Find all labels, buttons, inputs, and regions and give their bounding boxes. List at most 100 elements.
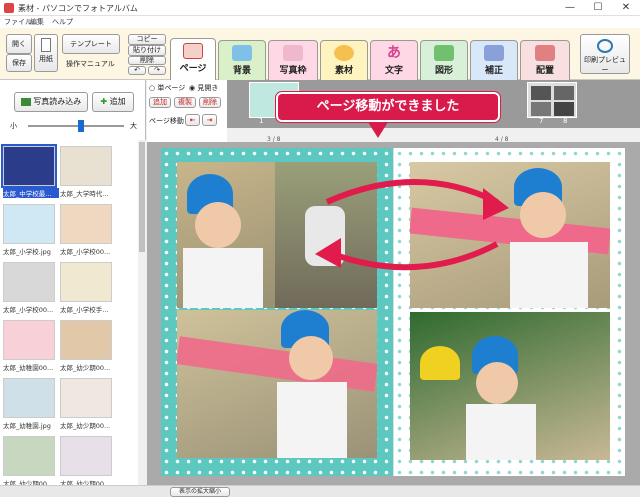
photo-thumbnail[interactable] <box>60 204 112 244</box>
photo-thumbnail-caption: 太郎_中学校最... <box>3 188 59 198</box>
menu-help[interactable]: ヘルプ <box>52 17 73 27</box>
photo-kids-tug[interactable] <box>410 312 610 460</box>
delete-button[interactable]: 削除 <box>128 56 166 65</box>
photo-thumbnail[interactable] <box>60 320 112 360</box>
thumbnail-list: 太郎_中学校最... 太郎_大学時代... 太郎_小学校.jpg 太郎_小学校00..… <box>0 140 138 488</box>
manual-link[interactable]: 操作マニュアル <box>66 59 115 69</box>
text-icon: あ <box>387 45 401 61</box>
print-preview-button[interactable]: 印刷プレビュー <box>580 34 630 74</box>
mini-photo <box>531 86 551 100</box>
size-large-label: 大 <box>130 122 137 130</box>
plus-icon: ✚ <box>100 97 108 106</box>
mini-photo <box>531 102 551 116</box>
photo-thumbnail-caption: 太郎_小学校手... <box>60 306 109 314</box>
page-thumb-label-1: 1 <box>259 117 264 125</box>
photo-thumbnail[interactable] <box>3 262 55 302</box>
photo-thumbnail-caption: 太郎_幼稚園.jpg <box>3 422 51 430</box>
photo-thumbnail[interactable] <box>3 378 55 418</box>
spread-label: 見開き <box>197 84 219 92</box>
move-left-icon[interactable]: ⇤ <box>185 114 200 126</box>
page-add-button[interactable]: 追加 <box>149 97 171 108</box>
tab-shape[interactable]: 図形 <box>420 40 468 80</box>
background-icon <box>232 45 252 61</box>
canvas-area: 3 / 8 4 / 8 <box>147 136 640 485</box>
photo-thumbnail-caption: 太郎_幼稚園00... <box>3 364 54 372</box>
arrowhead-left <box>315 238 341 268</box>
left-page-number: 3 / 8 <box>267 136 281 143</box>
mini-photo <box>554 86 574 100</box>
load-photos-label: 写真読み込み <box>33 97 82 106</box>
menu-edit[interactable]: 編集 <box>30 17 44 27</box>
photo-thumbnail-caption: 太郎_小学校.jpg <box>3 248 51 256</box>
book-icon <box>183 43 203 59</box>
page-thumb-7-8[interactable] <box>527 82 577 118</box>
tab-page[interactable]: ページ <box>170 38 216 81</box>
photo-thumbnail[interactable] <box>3 204 55 244</box>
tab-correction[interactable]: 補正 <box>470 40 518 80</box>
menu-file[interactable]: ファイル <box>4 17 32 27</box>
tab-material[interactable]: 素材 <box>320 40 368 80</box>
face-shape <box>289 336 333 380</box>
save-button[interactable]: 保存 <box>6 54 32 72</box>
callout-tail <box>368 122 388 138</box>
load-photos-button[interactable]: 写真読み込み <box>14 92 88 112</box>
open-button[interactable]: 開く <box>6 34 32 54</box>
photo-thumbnail[interactable] <box>60 146 112 186</box>
photo-thumbnail-caption: 太郎_幼少期00... <box>60 364 111 372</box>
photo-thumbnail[interactable] <box>60 378 112 418</box>
page-delete-button[interactable]: 削除 <box>199 97 221 108</box>
swap-arrows <box>315 179 509 271</box>
undo-icon[interactable]: ↶ <box>128 66 146 75</box>
thumb-size-slider[interactable] <box>28 125 124 127</box>
menu-bar: ファイル 編集 ヘルプ <box>0 16 640 28</box>
photo-thumbnail[interactable] <box>1 144 57 188</box>
print-preview-label: 印刷プレビュー <box>584 56 626 74</box>
photo-thumbnail[interactable] <box>3 436 55 476</box>
shirt-shape <box>466 404 536 460</box>
copy-button[interactable]: コピー <box>128 34 166 45</box>
add-photo-label: 追加 <box>109 97 126 106</box>
shirt-shape <box>183 248 263 308</box>
maximize-button[interactable]: ☐ <box>584 0 612 16</box>
template-button[interactable]: テンプレート <box>62 34 120 54</box>
page-duplicate-button[interactable]: 複製 <box>174 97 196 108</box>
slider-handle[interactable] <box>77 120 84 132</box>
mini-photo <box>554 102 574 116</box>
magnifier-icon <box>597 39 613 53</box>
window-title: 素材 - パソコンでフォトアルバム <box>18 4 138 13</box>
spread-radio[interactable]: ◉ 見開き <box>189 83 218 93</box>
tab-background[interactable]: 背景 <box>218 40 266 80</box>
size-small-label: 小 <box>10 122 17 130</box>
scrollbar-thumb[interactable] <box>139 142 145 252</box>
zoom-button[interactable]: 表示の拡大縮小 <box>170 487 230 497</box>
right-page-number: 4 / 8 <box>495 136 509 143</box>
add-photo-button[interactable]: ✚ 追加 <box>92 92 134 112</box>
photo-thumbnail-caption: 太郎_大学時代... <box>60 190 109 198</box>
face-shape <box>195 202 241 248</box>
minimize-button[interactable]: — <box>556 0 584 16</box>
flower-icon <box>334 45 354 61</box>
photo-thumbnail[interactable] <box>60 262 112 302</box>
single-page-radio[interactable]: ○ 単ページ <box>149 83 185 93</box>
paper-icon <box>41 38 51 52</box>
tab-layout[interactable]: 配置 <box>520 40 570 80</box>
close-button[interactable]: ✕ <box>612 0 640 16</box>
tab-text[interactable]: あ 文字 <box>370 40 418 80</box>
layout-icon <box>535 45 555 61</box>
paper-button[interactable]: 用紙 <box>34 34 58 72</box>
redo-icon[interactable]: ↷ <box>148 66 166 75</box>
shirt-shape <box>277 382 347 458</box>
page-thumb-label-7: 7 <box>539 117 544 125</box>
photo-thumbnail[interactable] <box>60 436 112 476</box>
arrow-right <box>325 179 499 205</box>
move-right-icon[interactable]: ⇥ <box>202 114 217 126</box>
title-bar: 素材 - パソコンでフォトアルバム — ☐ ✕ <box>0 0 640 16</box>
photo-frame-icon <box>283 45 303 61</box>
photo-thumbnail[interactable] <box>3 320 55 360</box>
thumbnail-scrollbar[interactable] <box>138 140 146 485</box>
tab-photo-frame[interactable]: 写真枠 <box>268 40 318 80</box>
photo-boy-tug[interactable] <box>177 310 377 458</box>
image-icon <box>20 97 31 106</box>
paste-button[interactable]: 貼り付け <box>128 45 166 56</box>
arrow-left <box>325 241 499 271</box>
